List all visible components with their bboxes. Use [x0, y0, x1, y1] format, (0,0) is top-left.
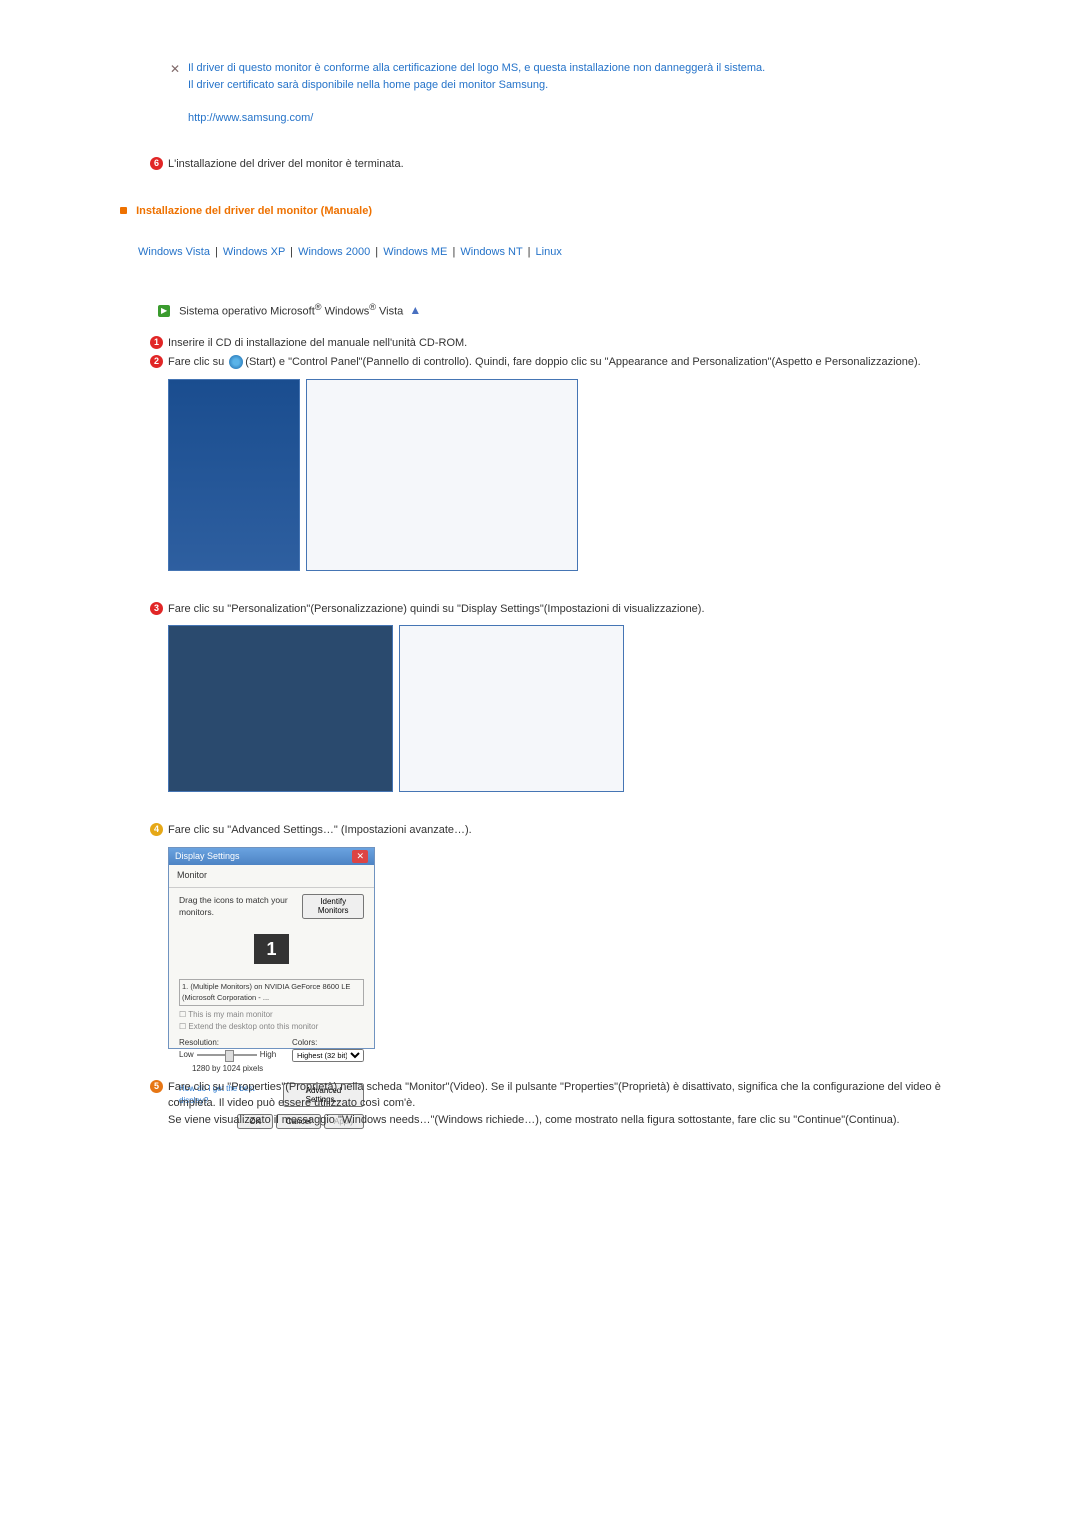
vista-heading-prefix: Sistema operativo Microsoft	[179, 305, 315, 317]
link-vista[interactable]: Windows Vista	[138, 246, 210, 258]
vista-step-5a: Fare clic su "Properties"(Proprietà) nel…	[168, 1081, 941, 1110]
link-xp[interactable]: Windows XP	[223, 246, 285, 258]
screenshot-start-menu	[168, 379, 300, 571]
step-6-text: L'installazione del driver del monitor è…	[168, 158, 404, 170]
resolution-label: Resolution:	[179, 1037, 276, 1049]
screenshot-display-settings: Display Settings ✕ Monitor Drag the icon…	[168, 847, 375, 1049]
link-linux[interactable]: Linux	[536, 246, 562, 258]
up-arrow-icon[interactable]: ▲	[409, 303, 421, 317]
resolution-slider[interactable]	[197, 1054, 257, 1056]
colors-label: Colors:	[292, 1037, 364, 1049]
step-6-badge: 6	[150, 157, 163, 170]
vista-step-4: Fare clic su "Advanced Settings…" (Impos…	[168, 824, 472, 836]
vista-step-5b: Se viene visualizzato il messaggio "Wind…	[168, 1114, 900, 1126]
samsung-url[interactable]: http://www.samsung.com/	[188, 112, 313, 124]
link-me[interactable]: Windows ME	[383, 246, 447, 258]
monitor-preview[interactable]: 1	[254, 934, 289, 964]
device-dropdown[interactable]: 1. (Multiple Monitors) on NVIDIA GeForce…	[179, 979, 364, 1006]
vista-step-3: Fare clic su "Personalization"(Personali…	[168, 603, 705, 615]
vista-step-2a: Fare clic su	[168, 356, 227, 368]
start-orb-icon	[229, 355, 243, 369]
checkbox-main-monitor: ☐ This is my main monitor	[179, 1009, 364, 1021]
step-3-badge: 3	[150, 602, 163, 615]
driver-note-2: Il driver certificato sarà disponibile n…	[188, 79, 548, 91]
step-4-badge: 4	[150, 823, 163, 836]
driver-note-1: Il driver di questo monitor è conforme a…	[188, 62, 765, 74]
screenshot-control-panel	[306, 379, 578, 571]
manual-install-title: Installazione del driver del monitor (Ma…	[136, 205, 372, 217]
checkbox-extend: ☐ Extend the desktop onto this monitor	[179, 1021, 364, 1033]
step-2-badge: 2	[150, 355, 163, 368]
close-icon[interactable]: ✕	[352, 850, 368, 864]
colors-dropdown[interactable]: Highest (32 bit)	[292, 1049, 364, 1062]
vista-heading-os1: Windows	[322, 305, 370, 317]
identify-monitors-button[interactable]: Identify Monitors	[302, 894, 364, 920]
link-nt[interactable]: Windows NT	[460, 246, 522, 258]
step-5-badge: 5	[150, 1080, 163, 1093]
green-arrow-icon	[158, 305, 170, 317]
resolution-value: 1280 by 1024 pixels	[179, 1063, 276, 1075]
vista-step-1: Inserire il CD di installazione del manu…	[168, 337, 467, 349]
link-2000[interactable]: Windows 2000	[298, 246, 370, 258]
x-marker: ✕	[170, 60, 180, 78]
drag-instruction: Drag the icons to match your monitors.	[179, 894, 302, 920]
step-1-badge: 1	[150, 336, 163, 349]
screenshot-personalization-1	[168, 625, 393, 792]
vista-step-2b: (Start) e "Control Panel"(Pannello di co…	[245, 356, 920, 368]
tab-monitor[interactable]: Monitor	[169, 865, 374, 888]
vista-heading-os2: Vista	[376, 305, 403, 317]
orange-arrow-icon	[120, 207, 127, 214]
dialog-title: Display Settings	[175, 850, 240, 864]
screenshot-personalization-2	[399, 625, 624, 792]
